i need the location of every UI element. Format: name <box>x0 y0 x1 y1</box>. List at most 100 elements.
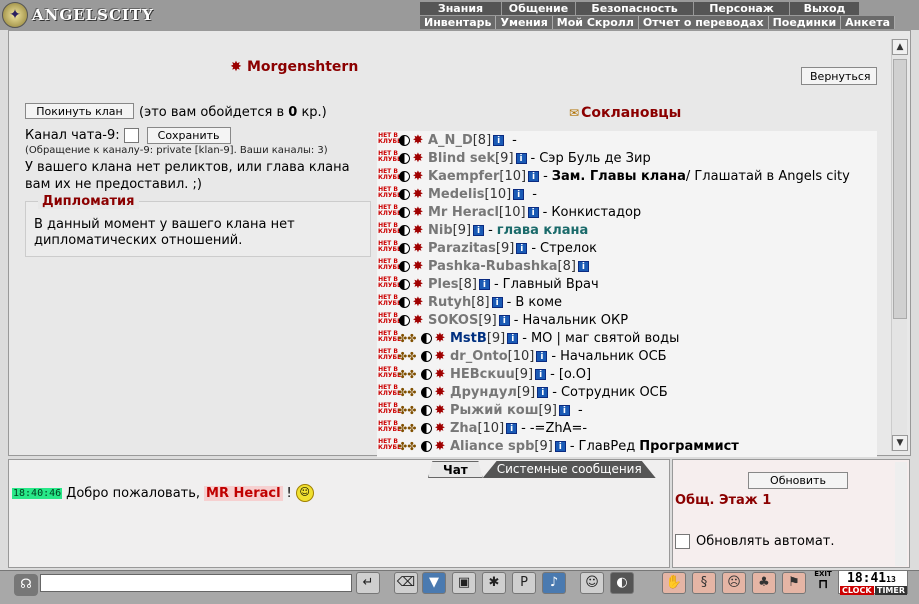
member-role: - <box>532 186 537 202</box>
member-name[interactable]: Рыжий кош <box>450 403 539 418</box>
info-icon[interactable]: i <box>513 188 525 200</box>
submenu-my-scroll[interactable]: Мой Скролл <box>552 16 639 29</box>
filter-icon[interactable]: ▼ <box>422 572 446 594</box>
member-name[interactable]: Blind sek <box>428 151 495 166</box>
right-panel-scrollbar[interactable] <box>895 462 907 566</box>
member-name[interactable]: SOKOS <box>428 313 478 328</box>
no-chest-icon: НЕТ В КЛУБЕ <box>378 132 402 145</box>
scroll-icon[interactable]: § <box>692 572 716 594</box>
member-name[interactable]: MstB <box>450 331 487 346</box>
exit-button[interactable]: EXIT ⊓ <box>812 570 834 594</box>
info-icon[interactable]: i <box>507 332 519 344</box>
clan-emblem-icon: ✸ <box>412 240 424 256</box>
leave-cost-pre: (это вам обойдется в <box>139 105 289 120</box>
member-name[interactable]: Ples <box>428 277 459 292</box>
menu-exit[interactable]: Выход <box>790 2 860 15</box>
menu-social[interactable]: Общение <box>502 2 576 15</box>
info-icon[interactable]: i <box>577 260 589 272</box>
alignment-icon <box>399 296 410 308</box>
member-name[interactable]: Друндул <box>450 385 517 400</box>
chat-greeting-pre: Добро пожаловать, <box>66 485 201 501</box>
hand-icon[interactable]: ✋ <box>662 572 686 594</box>
info-icon[interactable]: i <box>506 422 518 434</box>
chat-mode-icon[interactable]: ☊ <box>14 574 38 596</box>
menu-knowledge[interactable]: Знания <box>420 2 502 15</box>
auto-refresh-checkbox[interactable] <box>675 534 690 549</box>
clock-label[interactable]: CLOCK <box>840 586 874 595</box>
scroll-down-icon[interactable]: ▼ <box>892 435 908 451</box>
send-icon[interactable]: ↵ <box>356 572 380 594</box>
music-icon[interactable]: ♪ <box>542 572 566 594</box>
member-name[interactable]: Mr Heracl <box>428 205 499 220</box>
member-name[interactable]: Nib <box>428 223 453 238</box>
member-dash: - <box>551 348 557 364</box>
info-icon[interactable]: i <box>535 368 547 380</box>
info-icon[interactable]: i <box>536 350 548 362</box>
group-icon[interactable]: ♣ <box>752 572 776 594</box>
info-icon[interactable]: i <box>515 152 527 164</box>
clan-emblem-icon: ✸ <box>434 348 446 364</box>
back-button[interactable]: Вернуться <box>801 67 877 85</box>
chat-timestamp[interactable]: 18:40:46 <box>12 487 63 499</box>
save-log-icon[interactable]: ▣ <box>452 572 476 594</box>
member-name[interactable]: dr_Onto <box>450 349 508 364</box>
clan-emblem-icon: ✸ <box>434 330 446 346</box>
helmet-icon[interactable]: ◐ <box>610 572 634 594</box>
info-icon[interactable]: i <box>528 170 540 182</box>
submenu-duels[interactable]: Поединки <box>768 16 842 29</box>
menu-security[interactable]: Безопасность <box>576 2 694 15</box>
member-name[interactable]: Aliance spb <box>450 439 534 454</box>
channel-checkbox[interactable] <box>123 128 139 143</box>
info-icon[interactable]: i <box>554 440 566 452</box>
page-scrollbar[interactable]: ▲ ▼ <box>891 39 908 451</box>
alignment-icon <box>399 242 410 254</box>
info-icon[interactable]: i <box>493 134 505 146</box>
save-button[interactable]: Сохранить <box>146 127 231 144</box>
exit-door-icon: ⊓ <box>817 577 829 592</box>
submenu-skills[interactable]: Умения <box>496 16 553 29</box>
info-icon[interactable]: i <box>473 224 485 236</box>
info-icon[interactable]: i <box>527 206 539 218</box>
member-name[interactable]: A_N_D <box>428 133 473 148</box>
member-dash: - <box>542 204 548 220</box>
info-icon[interactable]: i <box>491 296 503 308</box>
ignore-icon[interactable]: ✱ <box>482 572 506 594</box>
badge-icon: ✤✤ <box>398 421 417 435</box>
chat-user[interactable]: MR Heracl <box>204 485 283 501</box>
eraser-icon[interactable]: ⌫ <box>394 572 418 594</box>
info-icon[interactable]: i <box>558 404 570 416</box>
tab-system-messages[interactable]: Системные сообщения <box>482 461 656 478</box>
flag-icon[interactable]: ⚑ <box>782 572 806 594</box>
member-name[interactable]: Zha <box>450 421 477 436</box>
info-icon[interactable]: i <box>498 314 510 326</box>
submenu-profile[interactable]: Анкета <box>841 16 895 29</box>
menu-character[interactable]: Персонаж <box>694 2 790 15</box>
member-name[interactable]: Medelis <box>428 187 485 202</box>
alignment-icon <box>421 332 432 344</box>
info-icon[interactable]: i <box>516 242 528 254</box>
no-chest-icon: НЕТ В КЛУБЕ <box>378 420 402 433</box>
leave-clan-button[interactable]: Покинуть клан <box>25 103 134 119</box>
chat-input[interactable] <box>40 574 352 592</box>
info-icon[interactable]: i <box>478 278 490 290</box>
scroll-thumb[interactable] <box>893 59 907 319</box>
member-name[interactable]: Parazitas <box>428 241 496 256</box>
alignment-icon <box>421 368 432 380</box>
submenu-inventory[interactable]: Инвентарь <box>420 16 497 29</box>
timer-label[interactable]: TIMER <box>875 586 908 595</box>
member-name[interactable]: Kaempfer <box>428 169 499 184</box>
member-name[interactable]: Rutyh <box>428 295 471 310</box>
refresh-button[interactable]: Обновить <box>748 472 848 489</box>
scroll-up-icon[interactable]: ▲ <box>892 39 908 55</box>
member-name[interactable]: НЕВскuu <box>450 367 515 382</box>
submenu-transfer-report[interactable]: Отчет о переводах <box>638 16 769 29</box>
info-icon[interactable]: i <box>537 386 549 398</box>
private-icon[interactable]: P <box>512 572 536 594</box>
member-dash: - <box>521 420 526 436</box>
tab-chat[interactable]: Чат <box>428 461 483 478</box>
smiles-icon[interactable]: ☺ <box>580 572 604 594</box>
member-row: НЕТ В КЛУБЕ ✸ Ples [8] i - Главный Врач <box>377 275 877 293</box>
member-name[interactable]: Pashka-Rubashka <box>428 259 558 274</box>
diplomacy-box: Дипломатия В данный момент у вашего клан… <box>25 194 371 257</box>
face-icon[interactable]: ☹ <box>722 572 746 594</box>
